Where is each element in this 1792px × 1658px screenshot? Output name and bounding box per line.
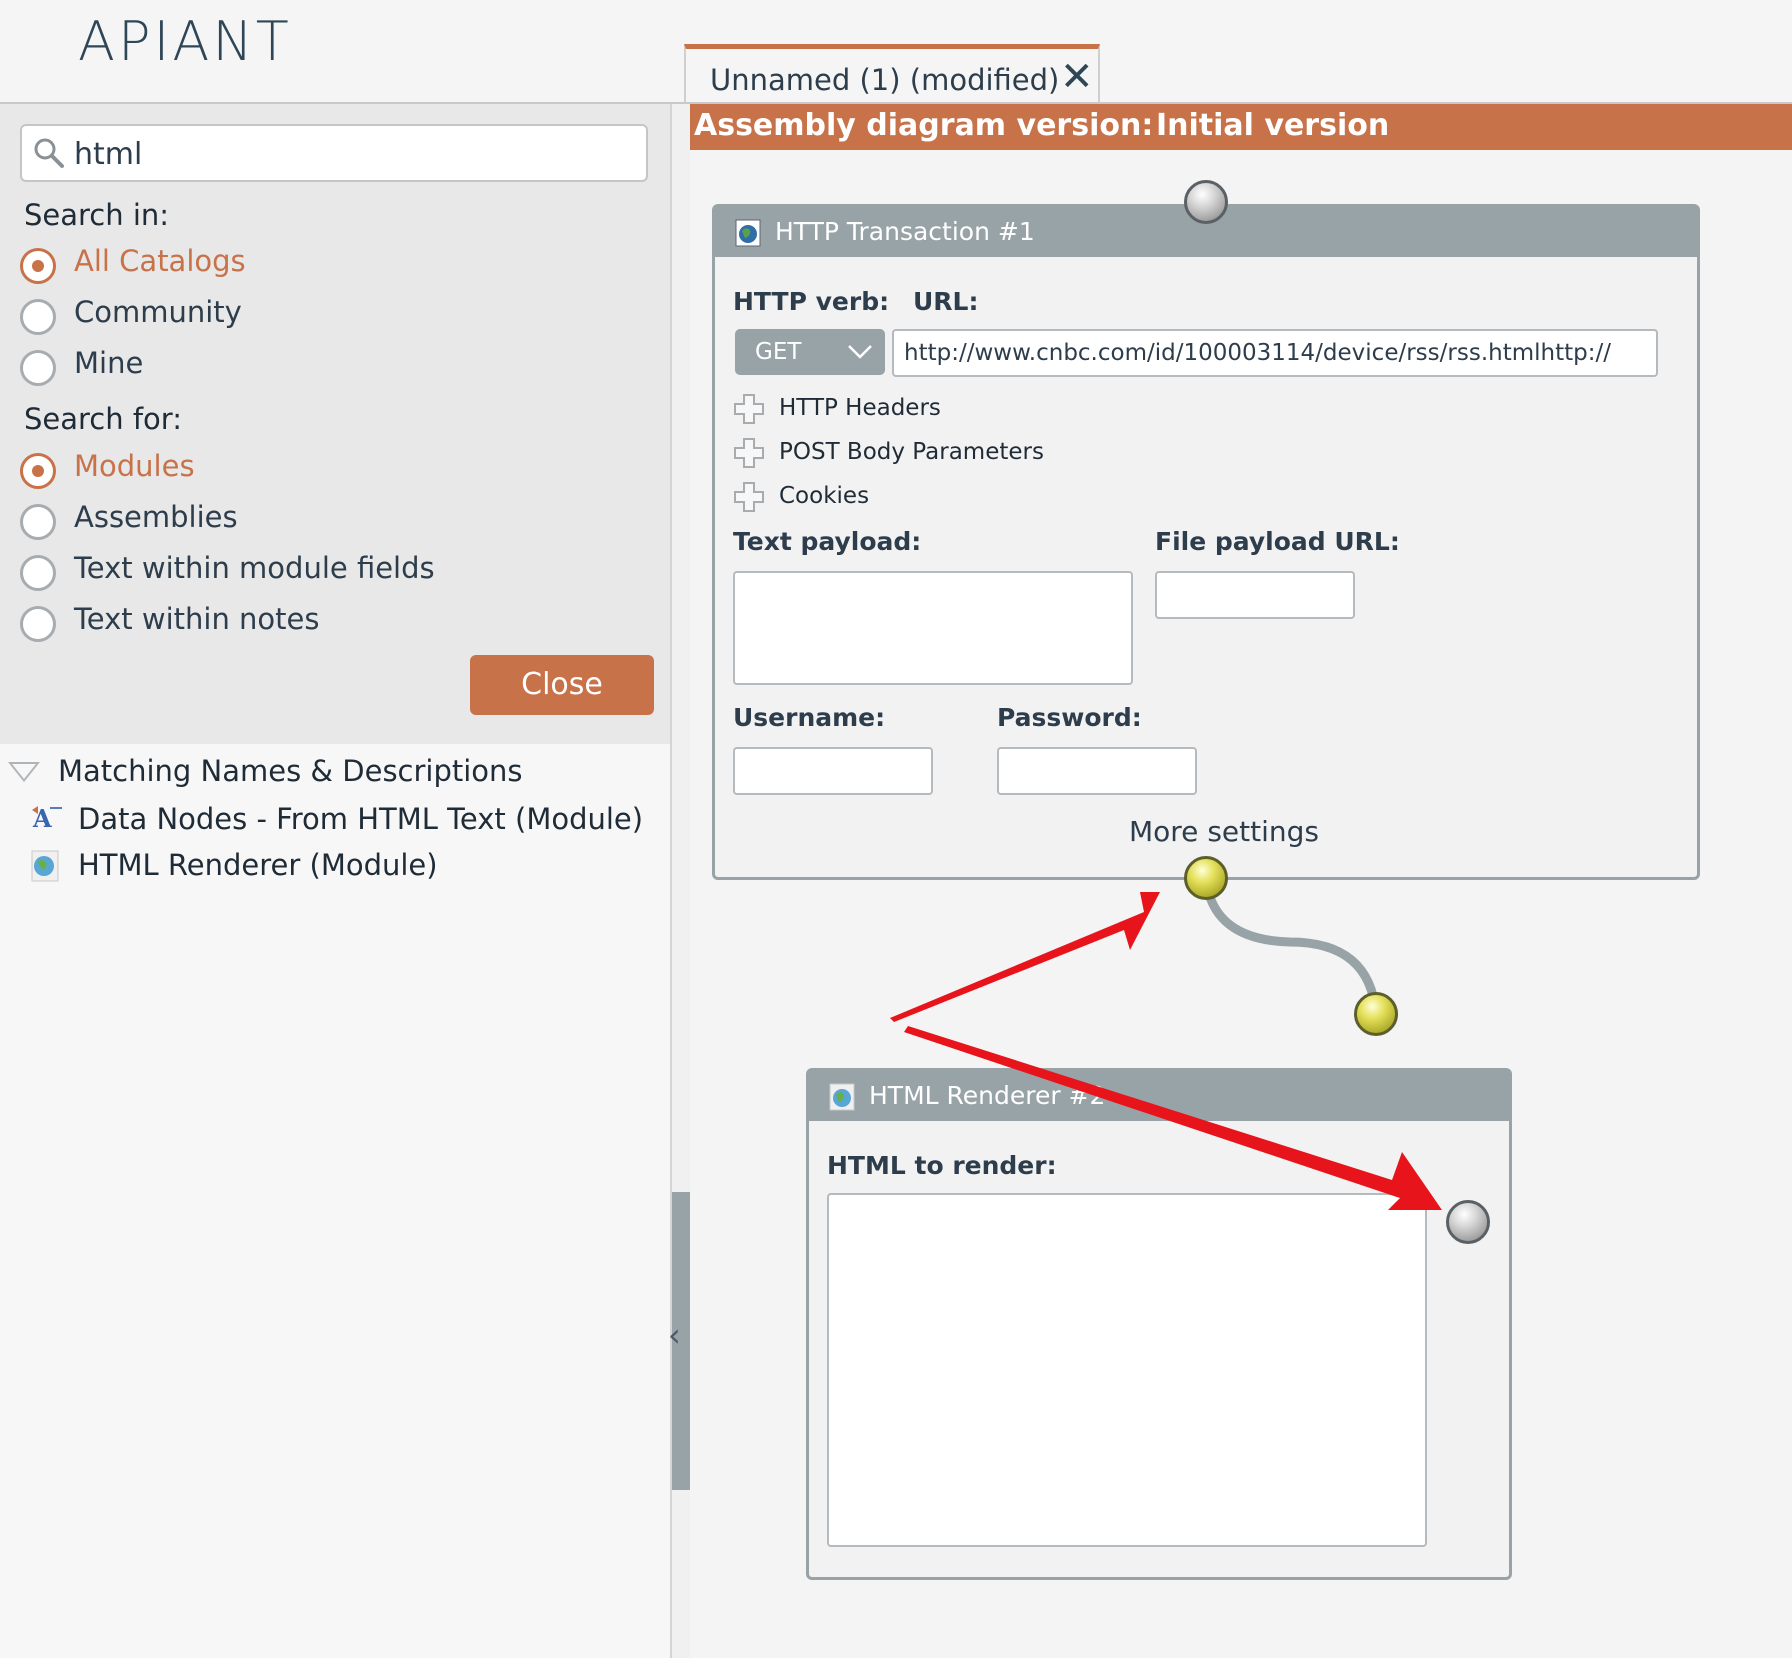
radio-button[interactable] <box>20 555 56 591</box>
plus-icon <box>734 438 764 468</box>
password-label: Password: <box>997 703 1142 732</box>
http-verb-select[interactable]: GET <box>735 329 885 375</box>
plus-icon <box>734 482 764 512</box>
radio-label: Mine <box>74 346 144 380</box>
http-transaction-node[interactable]: HTTP Transaction #1 HTTP verb: URL: GET … <box>712 204 1700 880</box>
version-value: Initial version <box>1156 108 1390 143</box>
http-verb-label: HTTP verb: <box>733 287 890 316</box>
username-label: Username: <box>733 703 886 732</box>
data-nodes-icon: A <box>32 804 62 833</box>
radio-button[interactable] <box>20 248 56 284</box>
globe-icon <box>829 1083 855 1111</box>
text-payload-field[interactable] <box>733 571 1133 685</box>
left-panel: Search in: All Catalogs Community Mine S… <box>0 104 670 1658</box>
radio-button[interactable] <box>20 453 56 489</box>
result-label: HTML Renderer (Module) <box>78 848 438 882</box>
username-field[interactable] <box>733 747 933 795</box>
expander-label: Cookies <box>779 483 870 509</box>
close-button[interactable]: Close <box>470 655 654 715</box>
collapse-left-icon[interactable]: ‹ <box>668 1316 681 1354</box>
close-icon[interactable]: ✕ <box>1060 57 1094 97</box>
expander-label: POST Body Parameters <box>779 439 1044 465</box>
file-payload-label: File payload URL: <box>1155 527 1400 556</box>
radio-button[interactable] <box>20 504 56 540</box>
radio-label: Text within notes <box>74 602 320 636</box>
text-payload-label: Text payload: <box>733 527 922 556</box>
tab-unnamed[interactable]: Unnamed (1) (modified) ✕ <box>684 44 1100 102</box>
chevron-down-icon <box>848 345 872 359</box>
tab-label: Unnamed (1) (modified) <box>710 63 1060 97</box>
apiant-logo: APIANT <box>78 10 292 73</box>
password-field[interactable] <box>997 747 1197 795</box>
version-label: Assembly diagram version: <box>694 108 1154 143</box>
radio-label: All Catalogs <box>74 244 246 278</box>
search-input[interactable] <box>72 130 636 178</box>
radio-button[interactable] <box>20 606 56 642</box>
version-bar: Assembly diagram version: Initial versio… <box>690 104 1792 150</box>
url-field[interactable]: http://www.cnbc.com/id/100003114/device/… <box>892 329 1658 377</box>
node-title: HTTP Transaction #1 <box>775 217 1035 246</box>
file-payload-field[interactable] <box>1155 571 1355 619</box>
search-icon <box>34 138 64 168</box>
result-label: Data Nodes - From HTML Text (Module) <box>78 802 644 836</box>
more-settings-link[interactable]: More settings <box>1129 815 1319 848</box>
search-in-label: Search in: <box>24 198 170 232</box>
input-port-top[interactable] <box>1184 180 1228 224</box>
plus-icon <box>734 394 764 424</box>
search-panel: Search in: All Catalogs Community Mine S… <box>0 104 670 744</box>
url-value: http://www.cnbc.com/id/100003114/device/… <box>904 340 1611 366</box>
radio-button[interactable] <box>20 299 56 335</box>
radio-label: Assemblies <box>74 500 238 534</box>
input-port-side[interactable] <box>1446 1200 1490 1244</box>
search-box[interactable] <box>20 124 648 182</box>
http-verb-value: GET <box>755 339 802 365</box>
radio-button[interactable] <box>20 350 56 386</box>
html-to-render-field[interactable] <box>827 1193 1427 1547</box>
globe-icon <box>31 850 59 882</box>
collapse-triangle-icon[interactable] <box>8 762 40 782</box>
globe-document-icon <box>735 219 761 247</box>
radio-label: Text within module fields <box>74 551 435 585</box>
radio-label: Community <box>74 295 242 329</box>
radio-label: Modules <box>74 449 195 483</box>
results-header-label: Matching Names & Descriptions <box>58 754 523 788</box>
search-for-label: Search for: <box>24 402 182 436</box>
expander-label: HTTP Headers <box>779 395 941 421</box>
url-label: URL: <box>913 287 979 316</box>
annotation-arrows <box>890 892 1442 1210</box>
